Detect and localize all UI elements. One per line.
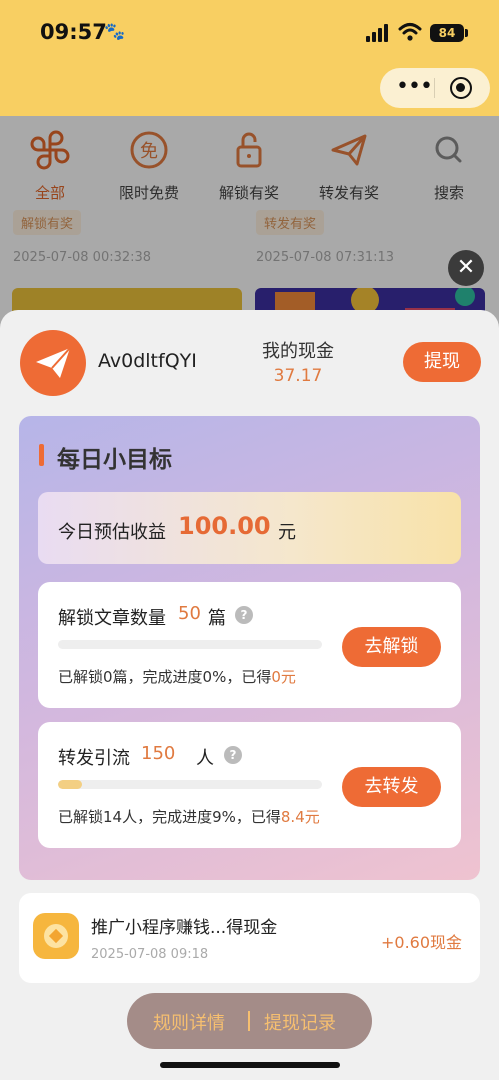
task-forward: 转发引流 150 人 ? 已解锁14人，完成进度9%，已得8.4元 去转发 [38, 722, 461, 848]
estimate-unit: 元 [278, 522, 296, 543]
header-bar: 09:57 🐾 84 ••• [0, 0, 499, 116]
earned-amount: 8.4元 [280, 808, 320, 826]
record-amount: +0.60现金 [381, 933, 463, 952]
paw-icon: 🐾 [104, 22, 126, 42]
username: Av0dltfQYI [98, 350, 197, 372]
help-icon[interactable]: ? [235, 606, 253, 624]
estimate-amount: 100.00 [178, 512, 271, 540]
capsule-divider [434, 78, 435, 98]
link-divider [248, 1011, 250, 1031]
earning-record-item[interactable]: 推广小程序赚钱...得现金 2025-07-08 09:18 +0.60现金 [19, 893, 480, 983]
rules-link[interactable]: 规则详情 [153, 1009, 225, 1035]
go-unlock-button[interactable]: 去解锁 [342, 627, 441, 667]
earnings-sheet: Av0dltfQYI 我的现金 37.17 提现 每日小目标 今日预估收益 10… [0, 310, 499, 1080]
task-name: 转发引流 [58, 748, 130, 769]
bottom-links: 规则详情 提现记录 [127, 993, 372, 1049]
progress-text: 已解锁14人，完成进度9%，已得8.4元 [58, 808, 320, 826]
miniprogram-capsule: ••• [380, 68, 490, 108]
task-unit: 人 [196, 748, 214, 769]
record-title: 推广小程序赚钱...得现金 [91, 918, 278, 938]
signal-icon [366, 24, 388, 42]
progress-fill [58, 780, 82, 789]
task-unit: 篇 [208, 608, 226, 629]
more-icon[interactable]: ••• [396, 76, 433, 98]
withdraw-records-link[interactable]: 提现记录 [264, 1009, 336, 1035]
status-time: 09:57 [40, 20, 107, 44]
paper-plane-icon [36, 347, 71, 378]
task-name: 解锁文章数量 [58, 608, 166, 629]
coin-icon [33, 913, 79, 959]
task-unlock-articles: 解锁文章数量 50 篇 ? 已解锁0篇，完成进度0%，已得0元 去解锁 [38, 582, 461, 708]
estimate-label: 今日预估收益 [58, 522, 166, 543]
task-target: 50 [178, 603, 201, 624]
progress-bar [58, 780, 322, 789]
daily-goal-title: 每日小目标 [57, 447, 172, 473]
help-icon[interactable]: ? [224, 746, 242, 764]
withdraw-button[interactable]: 提现 [403, 342, 481, 382]
battery-tip [465, 29, 468, 37]
record-date: 2025-07-08 09:18 [91, 947, 209, 962]
progress-text: 已解锁0篇，完成进度0%，已得0元 [58, 668, 296, 686]
close-miniprogram-icon[interactable] [450, 77, 472, 99]
task-target: 150 [141, 743, 176, 764]
daily-goal-card: 每日小目标 今日预估收益 100.00 元 解锁文章数量 50 篇 ? 已解锁0… [19, 416, 480, 880]
wifi-icon [398, 23, 422, 41]
close-icon[interactable]: ✕ [448, 250, 484, 286]
estimated-earnings: 今日预估收益 100.00 元 [38, 492, 461, 564]
earned-amount: 0元 [271, 668, 296, 686]
cash-label: 我的现金 [262, 341, 334, 362]
progress-bar [58, 640, 322, 649]
home-indicator [160, 1062, 340, 1068]
avatar [20, 330, 86, 396]
battery-icon: 84 [430, 24, 464, 42]
cash-value: 37.17 [273, 366, 323, 386]
title-accent-bar [39, 444, 44, 466]
go-forward-button[interactable]: 去转发 [342, 767, 441, 807]
